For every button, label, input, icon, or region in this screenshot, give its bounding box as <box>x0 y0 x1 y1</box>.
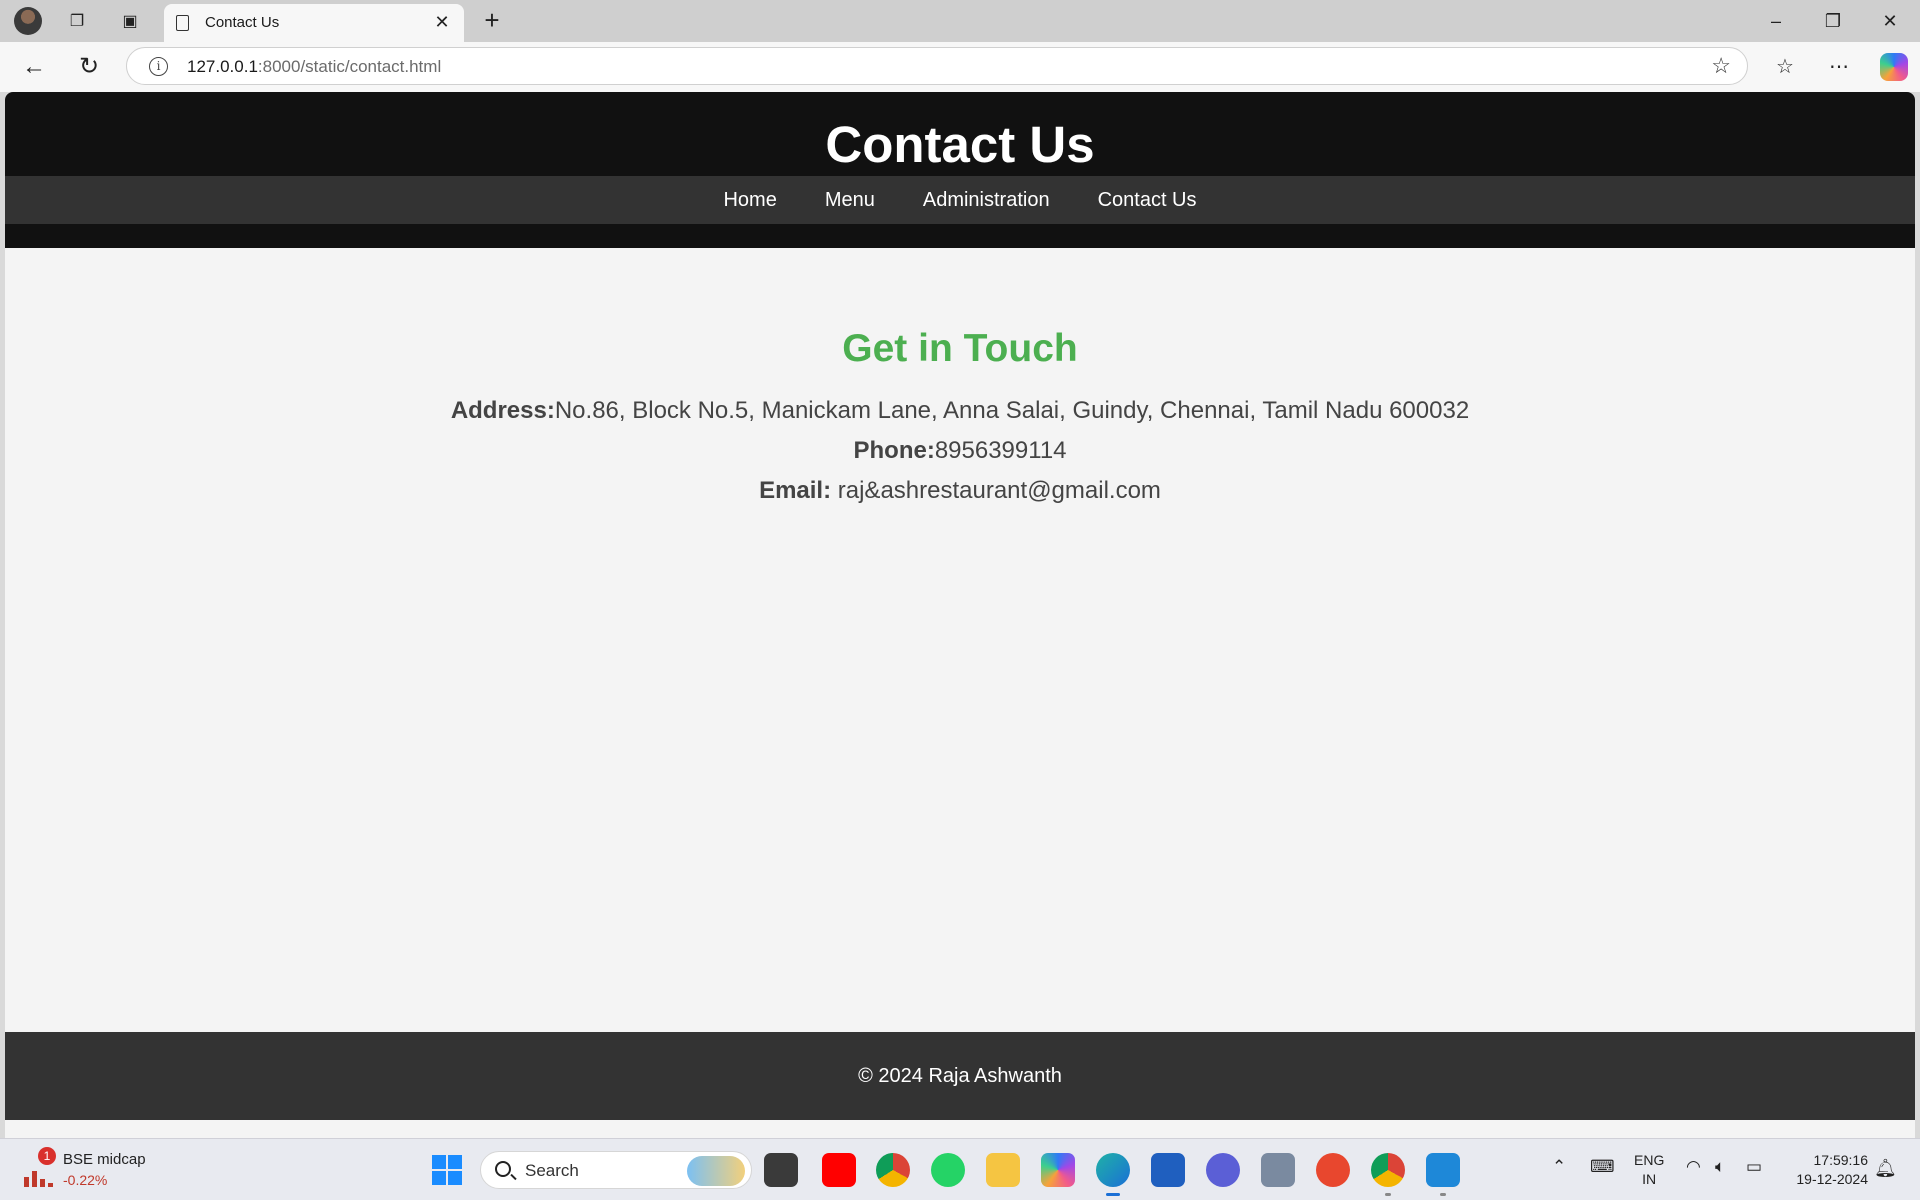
contact-heading: Get in Touch <box>842 327 1078 370</box>
refresh-icon[interactable]: ↻ <box>73 51 105 83</box>
battery-icon[interactable]: ▭ <box>1746 1157 1762 1177</box>
start-icon[interactable] <box>432 1155 462 1185</box>
whatsapp-icon[interactable] <box>931 1153 965 1187</box>
language-indicator[interactable]: ENG IN <box>1634 1151 1664 1189</box>
stock-change: -0.22% <box>63 1172 108 1188</box>
copilot-icon[interactable] <box>1880 53 1908 81</box>
site-footer: © 2024 Raja Ashwanth <box>5 1032 1915 1120</box>
profile-avatar[interactable] <box>14 7 42 35</box>
browser-toolbar: ← ↻ i 127.0.0.1:8000/static/contact.html… <box>0 42 1920 92</box>
close-icon[interactable]: ✕ <box>430 10 454 34</box>
edge-icon[interactable] <box>1096 1153 1130 1196</box>
taskbar: 1 BSE midcap -0.22% Search ⌃ ⌨ ENG IN ◠ … <box>0 1138 1920 1200</box>
keyboard-icon[interactable]: ⌨ <box>1590 1157 1615 1177</box>
web-page: Contact Us Home Menu Administration Cont… <box>5 92 1915 1138</box>
email-line: Email: raj&ashrestaurant@gmail.com <box>5 471 1915 511</box>
email-label: Email: <box>759 477 832 504</box>
chrome-profile-icon[interactable] <box>1371 1153 1405 1196</box>
favorite-star-icon[interactable]: ☆ <box>1711 53 1731 79</box>
address-bar[interactable]: i 127.0.0.1:8000/static/contact.html ☆ <box>126 47 1748 85</box>
tab-actions-icon[interactable]: ▣ <box>116 7 144 35</box>
url-path: :8000/static/contact.html <box>257 57 442 76</box>
window-close-icon[interactable]: ✕ <box>1870 6 1910 36</box>
url-text[interactable]: 127.0.0.1:8000/static/contact.html <box>187 57 441 77</box>
language-code: ENG <box>1634 1152 1665 1168</box>
email-value: raj&ashrestaurant@gmail.com <box>831 477 1161 504</box>
minimize-icon[interactable]: – <box>1756 6 1796 36</box>
stock-name[interactable]: BSE midcap <box>63 1151 146 1168</box>
copilot-app-icon[interactable] <box>1041 1153 1075 1187</box>
folder-icon[interactable] <box>986 1153 1020 1187</box>
url-host: 127.0.0.1 <box>187 57 258 76</box>
notification-bell-icon[interactable]: 🔔︎ <box>1874 1158 1897 1179</box>
clock-time: 17:59:16 <box>1813 1152 1869 1168</box>
volume-icon[interactable]: 🔈︎ <box>1715 1157 1725 1177</box>
region-code: IN <box>1642 1171 1657 1187</box>
site-info-icon[interactable]: i <box>149 57 168 76</box>
address-label: Address: <box>450 397 555 424</box>
workspaces-icon[interactable]: ❐ <box>63 7 91 35</box>
address-value: No.86, Block No.5, Manickam Lane, Anna S… <box>554 397 1470 424</box>
wps-icon[interactable] <box>1316 1153 1350 1187</box>
chrome-icon[interactable] <box>876 1153 910 1187</box>
favorites-icon[interactable]: ☆ <box>1769 52 1801 84</box>
site-header: Contact Us Home Menu Administration Cont… <box>5 92 1915 248</box>
restore-icon[interactable]: ❐ <box>1813 6 1853 36</box>
new-tab-icon[interactable]: + <box>476 5 508 37</box>
page-icon <box>176 15 189 31</box>
clock[interactable]: 17:59:16 19-12-2024 <box>1780 1151 1868 1189</box>
tab-title: Contact Us <box>205 14 280 31</box>
search-highlight-image <box>687 1156 745 1186</box>
phone-label: Phone: <box>853 437 935 464</box>
youtube-icon[interactable] <box>822 1153 856 1187</box>
chevron-up-icon[interactable]: ⌃ <box>1552 1157 1566 1177</box>
nav-link-contact[interactable]: Contact Us <box>1074 176 1221 224</box>
vscode-icon[interactable] <box>1426 1153 1460 1196</box>
contact-section: Get in Touch Address:No.86, Block No.5, … <box>5 327 1915 511</box>
back-icon[interactable]: ← <box>18 51 50 83</box>
store-icon[interactable] <box>1151 1153 1185 1187</box>
file-explorer-icon[interactable] <box>764 1153 798 1187</box>
taskbar-search[interactable]: Search <box>480 1151 752 1189</box>
nav-link-menu[interactable]: Menu <box>801 176 899 224</box>
clock-date: 19-12-2024 <box>1796 1171 1868 1187</box>
phone-line: Phone:8956399114 <box>5 431 1915 471</box>
more-icon[interactable]: ⋯ <box>1823 52 1855 84</box>
page-title: Contact Us <box>825 116 1095 173</box>
search-label: Search <box>525 1161 579 1180</box>
camera-icon[interactable] <box>1261 1153 1295 1187</box>
notification-badge: 1 <box>38 1147 56 1165</box>
address-line: Address:No.86, Block No.5, Manickam Lane… <box>5 391 1915 431</box>
site-nav: Home Menu Administration Contact Us <box>5 176 1915 224</box>
browser-titlebar: ❐ ▣ Contact Us ✕ + – ❐ ✕ <box>0 0 1920 42</box>
browser-tab[interactable]: Contact Us ✕ <box>164 4 464 42</box>
wifi-icon[interactable]: ◠ <box>1686 1157 1701 1177</box>
search-icon <box>495 1161 511 1177</box>
phone-value: 8956399114 <box>934 437 1067 464</box>
nav-link-administration[interactable]: Administration <box>899 176 1074 224</box>
app-icon[interactable] <box>1206 1153 1240 1187</box>
nav-link-home[interactable]: Home <box>699 176 800 224</box>
